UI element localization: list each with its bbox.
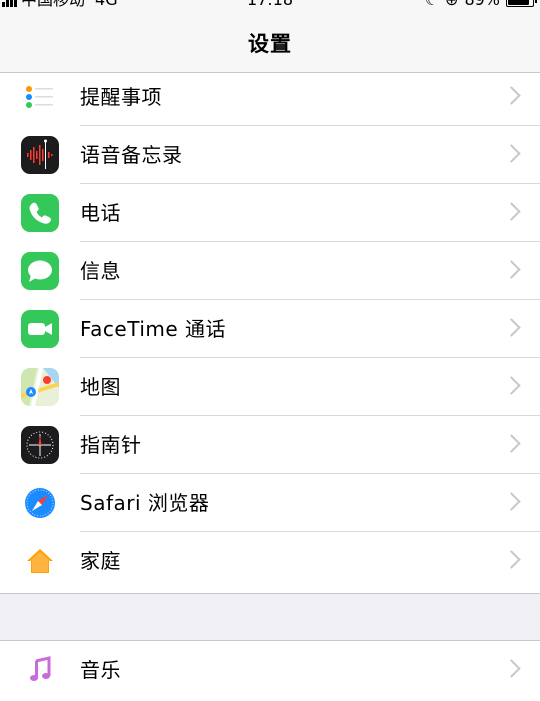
messages-icon	[21, 252, 59, 290]
settings-row-facetime[interactable]: FaceTime 通话	[0, 300, 540, 358]
reminders-icon	[21, 78, 59, 116]
page-title: 设置	[248, 32, 292, 56]
settings-row-phone[interactable]: 电话	[0, 184, 540, 242]
settings-row-messages[interactable]: 信息	[0, 242, 540, 300]
safari-icon	[21, 484, 59, 522]
settings-row-label: 信息	[80, 259, 121, 283]
settings-row-label: 提醒事项	[80, 85, 162, 109]
compass-icon	[21, 426, 59, 464]
settings-row-label: 语音备忘录	[80, 143, 183, 167]
settings-row-label: 家庭	[80, 549, 121, 573]
settings-row-voice-memos[interactable]: 语音备忘录	[0, 126, 540, 184]
settings-row-label: 音乐	[80, 658, 121, 682]
status-bar: 中国移动 4G 17:18 ☾ ⊕ 89%	[0, 0, 540, 11]
home-icon	[21, 542, 59, 580]
settings-row-safari[interactable]: Safari 浏览器	[0, 474, 540, 532]
facetime-icon	[21, 310, 59, 348]
do-not-disturb-icon: ☾	[425, 0, 439, 11]
chevron-right-icon	[502, 144, 521, 163]
settings-row-label: 地图	[80, 375, 121, 399]
settings-row-label: FaceTime 通话	[80, 317, 227, 341]
phone-icon	[21, 194, 59, 232]
settings-row-label: 电话	[80, 201, 121, 225]
settings-row-label: Safari 浏览器	[80, 491, 210, 515]
chevron-right-icon	[502, 260, 521, 279]
battery-icon	[506, 0, 537, 7]
chevron-right-icon	[502, 318, 521, 337]
chevron-right-icon	[502, 86, 521, 105]
settings-row-maps[interactable]: 地图	[0, 358, 540, 416]
chevron-right-icon	[502, 659, 521, 678]
settings-row-reminders[interactable]: 提醒事项	[0, 68, 540, 126]
settings-group-media: 音乐	[0, 640, 540, 701]
chevron-right-icon	[502, 376, 521, 395]
voice-memos-icon	[21, 136, 59, 174]
settings-row-music[interactable]: 音乐	[0, 641, 540, 699]
settings-row-label: 指南针	[80, 433, 142, 457]
battery-percent: 89%	[464, 0, 500, 11]
settings-row-compass[interactable]: 指南针	[0, 416, 540, 474]
chevron-right-icon	[502, 492, 521, 511]
chevron-right-icon	[502, 202, 521, 221]
chevron-right-icon	[502, 434, 521, 453]
maps-icon	[21, 368, 59, 406]
orientation-lock-icon: ⊕	[445, 0, 458, 11]
settings-row-home[interactable]: 家庭	[0, 532, 540, 590]
settings-group-apps: 提醒事项 语音备忘录 电话 信息 FaceTime 通话 地图 指南针 Safa…	[0, 73, 540, 594]
music-icon	[21, 651, 59, 689]
chevron-right-icon	[502, 550, 521, 569]
